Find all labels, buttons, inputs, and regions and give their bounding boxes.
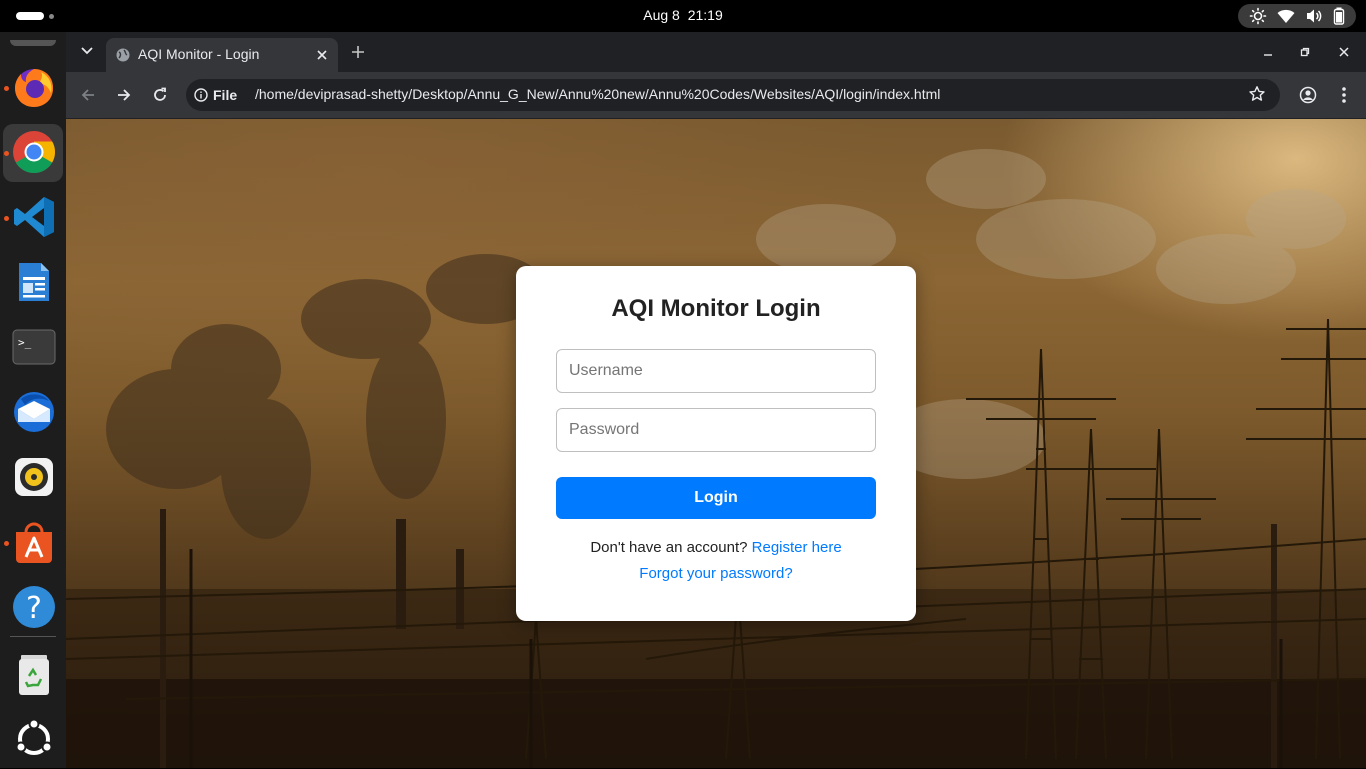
info-icon xyxy=(194,88,208,102)
profile-icon xyxy=(1299,86,1317,104)
star-icon xyxy=(1249,86,1265,101)
login-button[interactable]: Login xyxy=(556,477,876,519)
globe-icon xyxy=(116,48,130,62)
site-info-label: File xyxy=(213,87,238,103)
writer-icon xyxy=(19,263,49,301)
back-button[interactable] xyxy=(76,83,100,107)
close-icon xyxy=(1339,47,1349,57)
arrow-left-icon xyxy=(81,89,94,101)
wifi-icon xyxy=(1277,8,1295,24)
app-center-icon xyxy=(16,522,52,563)
register-link[interactable]: Register here xyxy=(752,539,842,556)
plus-icon xyxy=(352,46,364,58)
page-title: AQI Monitor Login xyxy=(611,295,821,322)
dock-vscode[interactable] xyxy=(3,189,63,247)
firefox-icon xyxy=(15,69,54,107)
dock-thunderbird[interactable] xyxy=(3,384,63,442)
battery-icon xyxy=(1333,7,1345,25)
system-tray[interactable] xyxy=(1238,4,1356,28)
clock-date: Aug 8 xyxy=(643,7,680,23)
dock: >_ ? xyxy=(0,32,66,768)
register-prompt-line: Don't have an account? Register here xyxy=(516,539,916,556)
trash-icon xyxy=(19,655,49,695)
password-input[interactable] xyxy=(556,408,876,452)
clock-time: 21:19 xyxy=(687,7,723,23)
forward-button[interactable] xyxy=(112,83,136,107)
url-text[interactable]: /home/deviprasad-shetty/Desktop/Annu_G_N… xyxy=(255,86,940,102)
dock-help[interactable]: ? xyxy=(3,579,63,637)
dock-show-apps[interactable] xyxy=(3,711,63,769)
restore-icon xyxy=(1300,47,1310,57)
new-tab-button[interactable] xyxy=(348,42,368,62)
running-indicator xyxy=(4,151,9,156)
profile-button[interactable] xyxy=(1296,83,1320,107)
maximize-button[interactable] xyxy=(1293,40,1317,64)
browser-toolbar: File /home/deviprasad-shetty/Desktop/Ann… xyxy=(66,72,1366,118)
dock-app-center[interactable] xyxy=(3,514,63,572)
chrome-icon xyxy=(13,131,56,174)
login-card: AQI Monitor Login Login Don't have an ac… xyxy=(516,266,916,621)
top-bar: Aug 8 21:19 xyxy=(0,0,1366,32)
register-prompt-text: Don't have an account? xyxy=(590,539,748,556)
tab-search-button[interactable] xyxy=(76,40,98,62)
dock-writer[interactable] xyxy=(3,254,63,312)
rhythmbox-icon xyxy=(15,458,53,496)
bookmark-button[interactable] xyxy=(1248,85,1266,108)
minimize-icon xyxy=(1264,54,1272,56)
tab-close-button[interactable] xyxy=(314,47,330,63)
close-icon xyxy=(317,50,327,60)
running-indicator xyxy=(4,541,9,546)
ubuntu-logo-icon xyxy=(15,718,53,755)
browser-menu-button[interactable] xyxy=(1332,83,1356,107)
tab-strip: AQI Monitor - Login xyxy=(66,32,1366,72)
chevron-down-icon xyxy=(81,47,93,55)
more-vertical-icon xyxy=(1342,87,1346,103)
forgot-password-link[interactable]: Forgot your password? xyxy=(639,565,792,582)
dock-terminal[interactable]: >_ xyxy=(3,319,63,377)
dock-firefox[interactable] xyxy=(3,59,63,117)
forgot-password-line: Forgot your password? xyxy=(516,565,916,582)
minimize-button[interactable] xyxy=(1256,40,1280,64)
dock-rhythmbox[interactable] xyxy=(3,449,63,507)
page-viewport: AQI Monitor Login Login Don't have an ac… xyxy=(66,119,1366,768)
running-indicator xyxy=(4,216,9,221)
thunderbird-icon xyxy=(14,392,54,432)
volume-icon xyxy=(1305,8,1323,24)
terminal-icon: >_ xyxy=(12,329,56,365)
close-window-button[interactable] xyxy=(1332,40,1356,64)
dock-separator xyxy=(10,636,56,637)
arrow-right-icon xyxy=(118,89,131,101)
tab-aqi-login[interactable]: AQI Monitor - Login xyxy=(106,38,338,72)
running-indicator xyxy=(4,86,9,91)
username-input[interactable] xyxy=(556,349,876,393)
dock-trash[interactable] xyxy=(3,646,63,704)
dock-scroll-stub xyxy=(10,40,56,46)
vscode-icon xyxy=(14,197,54,237)
site-info-chip[interactable]: File xyxy=(194,84,237,106)
browser-window: AQI Monitor - Login File /home/deviprasa… xyxy=(66,32,1366,768)
reload-icon xyxy=(154,87,166,101)
clock[interactable]: Aug 8 21:19 xyxy=(0,7,1366,23)
address-bar[interactable]: File /home/deviprasad-shetty/Desktop/Ann… xyxy=(186,79,1280,111)
tab-title: AQI Monitor - Login xyxy=(138,46,260,62)
svg-text:?: ? xyxy=(26,591,42,626)
terminal-prompt: >_ xyxy=(18,336,32,349)
dock-chrome[interactable] xyxy=(3,124,63,182)
reload-button[interactable] xyxy=(148,83,172,107)
night-light-icon xyxy=(1249,7,1267,25)
help-icon: ? xyxy=(13,586,55,628)
